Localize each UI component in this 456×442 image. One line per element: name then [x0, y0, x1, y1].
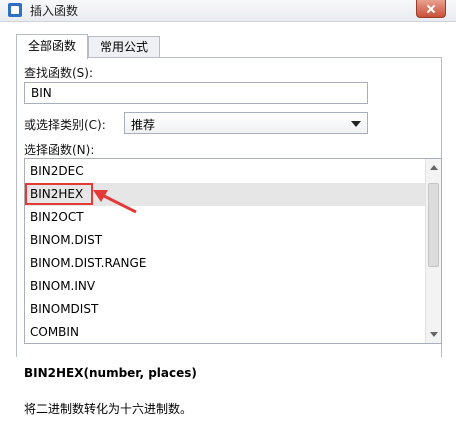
- app-icon: [8, 3, 22, 17]
- scroll-thumb[interactable]: [428, 183, 439, 267]
- list-item[interactable]: BINOM.DIST: [25, 229, 425, 252]
- function-list-label: 选择函数(N):: [24, 143, 95, 157]
- tab-common-formulas[interactable]: 常用公式: [88, 36, 160, 58]
- function-description: 将二进制数转化为十六进制数。: [24, 402, 193, 416]
- search-label: 查找函数(S):: [24, 66, 94, 80]
- list-item[interactable]: BINOM.INV: [25, 275, 425, 298]
- highlight-box: [25, 183, 93, 205]
- list-scrollbar[interactable]: [425, 159, 441, 343]
- category-select[interactable]: 推荐: [124, 112, 368, 134]
- list-item[interactable]: BIN2DEC: [25, 160, 425, 183]
- list-item[interactable]: COMBIN: [25, 321, 425, 343]
- red-arrow-icon: [93, 190, 137, 214]
- chevron-down-icon: [351, 121, 361, 127]
- tab-all-functions[interactable]: 全部函数: [16, 34, 88, 59]
- close-button[interactable]: [416, 0, 446, 18]
- list-item[interactable]: BINOMDIST: [25, 298, 425, 321]
- title-bar: 插入函数: [0, 0, 456, 22]
- list-item[interactable]: BIN2OCT: [25, 206, 425, 229]
- scroll-up-icon[interactable]: [430, 165, 438, 170]
- category-label: 或选择类别(C):: [24, 118, 106, 132]
- scroll-down-icon[interactable]: [430, 332, 438, 337]
- window-title: 插入函数: [30, 4, 79, 18]
- category-value: 推荐: [131, 118, 156, 132]
- list-item[interactable]: BINOM.DIST.RANGE: [25, 252, 425, 275]
- function-signature: BIN2HEX(number, places): [24, 366, 197, 380]
- search-input[interactable]: BIN: [24, 82, 368, 104]
